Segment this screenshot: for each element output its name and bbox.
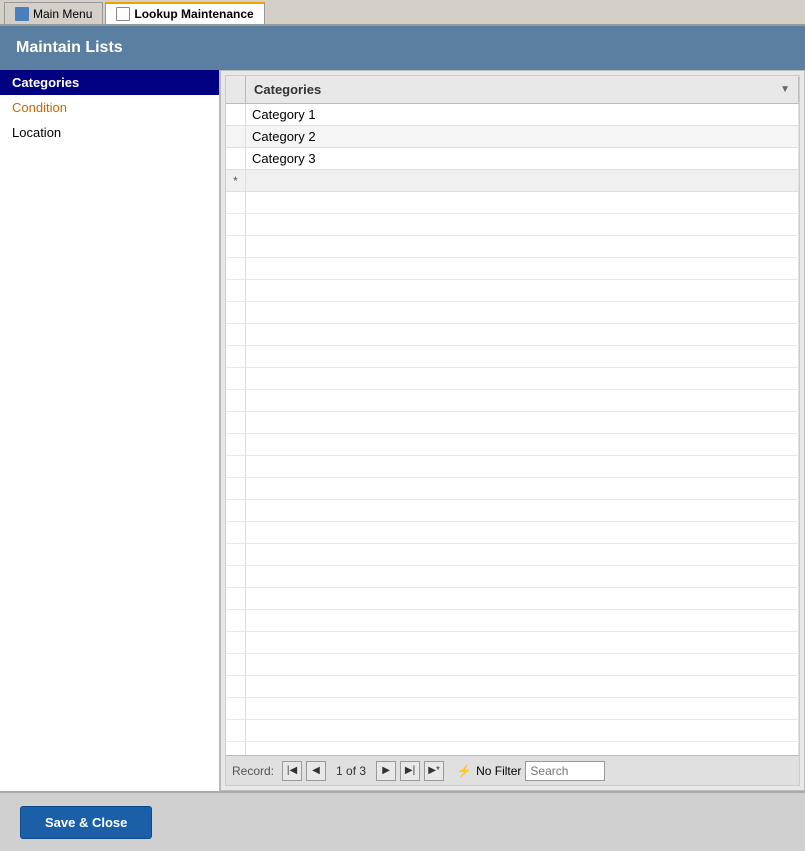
nav-last-button[interactable]: ▶|: [400, 761, 420, 781]
new-row[interactable]: *: [226, 170, 799, 192]
sidebar-item-categories[interactable]: Categories: [0, 70, 219, 95]
table-row[interactable]: Category 2: [226, 126, 799, 148]
row-marker-1: [226, 104, 246, 125]
nav-first-button[interactable]: |◀: [282, 761, 302, 781]
filter-icon: ⚡: [456, 763, 472, 779]
cell-category-1[interactable]: Category 1: [246, 104, 799, 125]
record-count: 1 of 3: [330, 764, 372, 778]
main-content: Categories Condition Location Categories…: [0, 70, 805, 791]
filter-area: ⚡ No Filter: [456, 763, 521, 779]
navigation-bar: Record: |◀ ◀ 1 of 3 ▶ ▶| ▶* ⚡ No Filter: [226, 755, 799, 785]
grid-body: Category 1 Category 2 Category 3: [226, 104, 799, 755]
filter-label: No Filter: [476, 764, 521, 778]
new-row-marker: *: [226, 170, 246, 191]
nav-prev-button[interactable]: ◀: [306, 761, 326, 781]
nav-new-button[interactable]: ▶*: [424, 761, 444, 781]
row-marker-2: [226, 126, 246, 147]
column-header-categories: Categories ▼: [246, 77, 799, 102]
lookup-maintenance-icon: [116, 7, 130, 21]
save-close-button[interactable]: Save & Close: [20, 806, 152, 839]
main-menu-icon: [15, 7, 29, 21]
tab-main-menu-label: Main Menu: [33, 7, 92, 21]
page-title: Maintain Lists: [16, 39, 123, 57]
bottom-bar: Save & Close: [0, 791, 805, 851]
empty-rows: for(let i=0;i<28;i++){ document.currentS…: [226, 192, 799, 755]
nav-next-button[interactable]: ▶: [376, 761, 396, 781]
row-marker-3: [226, 148, 246, 169]
new-row-cell[interactable]: [246, 170, 799, 191]
search-input[interactable]: [525, 761, 605, 781]
title-bar: Maintain Lists: [0, 26, 805, 70]
cell-category-2[interactable]: Category 2: [246, 126, 799, 147]
sidebar: Categories Condition Location: [0, 70, 220, 791]
grid-header: Categories ▼: [226, 76, 799, 104]
table-row[interactable]: Category 1: [226, 104, 799, 126]
cell-category-3[interactable]: Category 3: [246, 148, 799, 169]
record-label: Record:: [232, 764, 274, 778]
table-row[interactable]: Category 3: [226, 148, 799, 170]
tab-bar: Main Menu Lookup Maintenance: [0, 0, 805, 26]
tab-lookup-maintenance-label: Lookup Maintenance: [134, 7, 253, 21]
right-panel: Categories ▼ Category 1 Category 2: [220, 70, 805, 791]
tab-lookup-maintenance[interactable]: Lookup Maintenance: [105, 2, 264, 24]
sidebar-item-location[interactable]: Location: [0, 120, 219, 145]
tab-main-menu[interactable]: Main Menu: [4, 2, 103, 24]
data-grid: Categories ▼ Category 1 Category 2: [225, 75, 800, 786]
sort-arrow-icon[interactable]: ▼: [780, 84, 790, 95]
sidebar-item-condition[interactable]: Condition: [0, 95, 219, 120]
